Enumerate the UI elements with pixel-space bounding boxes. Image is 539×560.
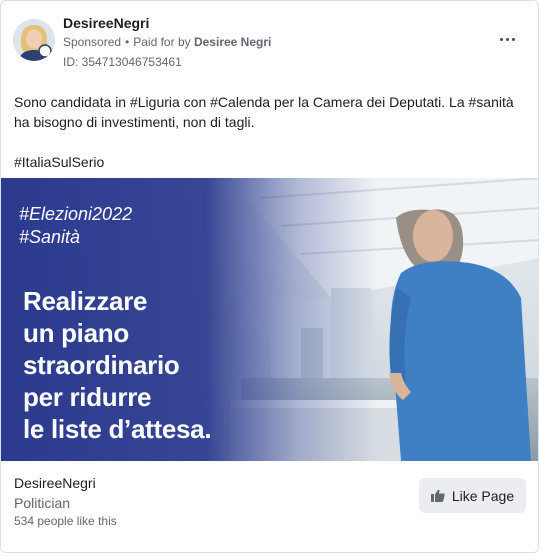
footer-like-count: 534 people like this (14, 514, 117, 528)
more-horizontal-icon (512, 38, 515, 41)
page-name-link[interactable]: DesireeNegri (63, 15, 149, 31)
ad-creative-image[interactable]: #Elezioni2022 #Sanità Realizzare un pian… (1, 178, 538, 461)
more-options-button[interactable] (498, 29, 518, 49)
like-page-button[interactable]: Like Page (419, 478, 526, 513)
footer-category: Politician (14, 495, 71, 511)
post-body: Sono candidata in #Liguria con #Calenda … (14, 92, 524, 172)
ad-card: DesireeNegri Sponsored • Paid for by Desir… (0, 0, 539, 553)
headline-line: un piano (23, 318, 129, 348)
page-footer: DesireeNegri Politician 534 people like … (1, 461, 538, 552)
separator-dot: • (125, 35, 130, 49)
headline-line: per ridurre (23, 382, 152, 412)
creative-tag: #Elezioni2022 (19, 204, 133, 224)
paid-for-name: Desiree Negri (193, 35, 272, 49)
headline-line: le liste d’attesa. (23, 414, 212, 444)
post-hashtag-link[interactable]: #ItaliaSulSerio (14, 152, 524, 172)
avatar-image (13, 19, 55, 61)
creative-headline: Realizzare un piano straordinario per ri… (23, 285, 212, 445)
headline-line: Realizzare (23, 286, 148, 316)
post-message: Sono candidata in #Liguria con #Calenda … (14, 94, 514, 130)
thumbs-up-icon (430, 489, 445, 502)
paid-for-prefix: Paid for by (133, 35, 191, 49)
creative-hashtags: #Elezioni2022 #Sanità (19, 203, 132, 249)
post-header: DesireeNegri Sponsored • Paid for by Desir… (1, 1, 538, 77)
sponsored-line: Sponsored • Paid for by Desiree Negri (63, 35, 271, 49)
sponsored-label: Sponsored (63, 35, 122, 49)
like-page-label: Like Page (451, 487, 515, 504)
more-horizontal-icon (506, 38, 509, 41)
footer-page-name[interactable]: DesireeNegri (14, 475, 96, 491)
creative-tag: #Sanità (19, 227, 81, 247)
more-horizontal-icon (500, 38, 503, 41)
avatar[interactable] (13, 19, 55, 61)
headline-line: straordinario (23, 350, 180, 380)
ad-id: ID: 354713046753461 (63, 55, 182, 69)
